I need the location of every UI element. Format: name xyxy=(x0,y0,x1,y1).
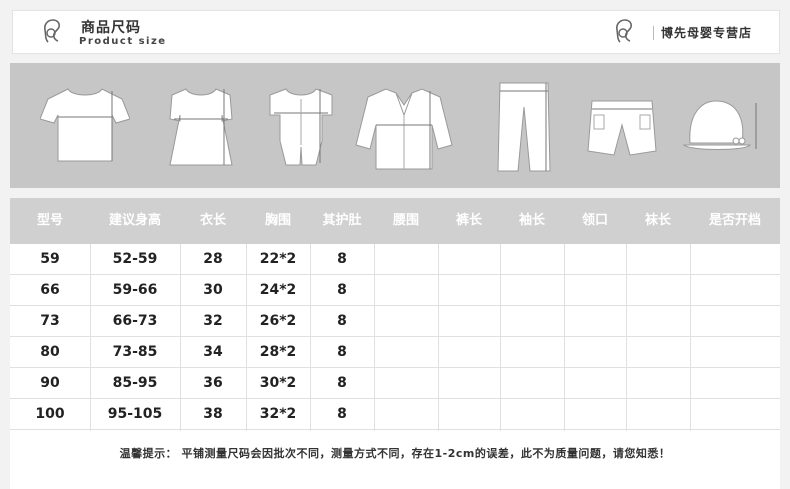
column-divider xyxy=(374,244,375,431)
table-cell-empty xyxy=(374,306,780,337)
column-divider xyxy=(310,244,311,431)
column-divider xyxy=(626,244,627,431)
table-cell: 34 xyxy=(180,337,246,368)
table-cell: 8 xyxy=(310,368,374,399)
table-cell: 22*2 xyxy=(246,244,310,275)
size-table: 型号 建议身高 衣长 胸围 其护肚 腰围 裤长 袖长 领口 袜长 是否开档 59… xyxy=(10,198,780,489)
column-divider xyxy=(438,244,439,431)
garment-banner xyxy=(10,63,780,188)
column-header: 是否开档 xyxy=(708,213,761,228)
page-subtitle: Product size xyxy=(79,36,167,47)
tshirt-icon xyxy=(40,85,130,165)
table-cell: 100 xyxy=(10,399,90,430)
size-note: 温馨提示： 平铺测量尺码会因批次不同，测量方式不同，存在1-2cm的误差，此不为… xyxy=(119,447,671,460)
table-row: 73 66-73 32 26*2 8 xyxy=(10,306,780,337)
shorts-icon xyxy=(586,97,658,159)
table-cell: 66-73 xyxy=(90,306,180,337)
table-cell: 59-66 xyxy=(90,275,180,306)
table-cell-empty xyxy=(374,275,780,306)
table-cell: 85-95 xyxy=(90,368,180,399)
column-divider xyxy=(246,244,247,431)
table-cell: 8 xyxy=(310,244,374,275)
table-row: 90 85-95 36 30*2 8 xyxy=(10,368,780,399)
divider xyxy=(653,26,654,40)
table-cell-empty xyxy=(374,337,780,368)
store-name: 博先母婴专营店 xyxy=(661,26,753,40)
table-row: 100 95-105 38 32*2 8 xyxy=(10,399,780,430)
column-divider xyxy=(500,244,501,431)
table-cell: 80 xyxy=(10,337,90,368)
column-header: 袖长 xyxy=(518,213,545,228)
column-header: 型号 xyxy=(36,213,63,228)
table-cell: 38 xyxy=(180,399,246,430)
column-divider xyxy=(180,244,181,431)
table-row: 66 59-66 30 24*2 8 xyxy=(10,275,780,306)
table-cell: 8 xyxy=(310,306,374,337)
table-cell: 73-85 xyxy=(90,337,180,368)
hat-icon xyxy=(680,93,770,163)
table-cell-empty xyxy=(374,399,780,430)
column-header: 袜长 xyxy=(644,213,671,228)
table-cell: 36 xyxy=(180,368,246,399)
table-row: 59 52-59 28 22*2 8 xyxy=(10,244,780,275)
pants-icon xyxy=(494,79,554,175)
table-cell: 28 xyxy=(180,244,246,275)
mother-baby-icon xyxy=(39,17,67,45)
column-header: 腰围 xyxy=(392,213,419,228)
table-cell-empty xyxy=(374,368,780,399)
table-cell: 59 xyxy=(10,244,90,275)
table-cell: 90 xyxy=(10,368,90,399)
column-header: 胸围 xyxy=(264,213,291,228)
table-cell: 32*2 xyxy=(246,399,310,430)
page-title: 商品尺码 xyxy=(81,20,141,36)
table-cell: 95-105 xyxy=(90,399,180,430)
column-header: 裤长 xyxy=(455,213,482,228)
table-cell: 26*2 xyxy=(246,306,310,337)
table-cell: 52-59 xyxy=(90,244,180,275)
column-divider xyxy=(690,244,691,431)
romper-icon xyxy=(266,85,336,167)
table-cell: 30 xyxy=(180,275,246,306)
column-header: 衣长 xyxy=(199,213,226,228)
column-header: 其护肚 xyxy=(322,213,362,228)
column-divider xyxy=(564,244,565,431)
mother-baby-icon xyxy=(611,17,639,45)
table-cell: 30*2 xyxy=(246,368,310,399)
table-cell-empty xyxy=(374,244,780,275)
table-cell: 8 xyxy=(310,275,374,306)
column-header: 领口 xyxy=(581,213,608,228)
table-cell: 24*2 xyxy=(246,275,310,306)
table-cell: 28*2 xyxy=(246,337,310,368)
jacket-icon xyxy=(354,85,454,171)
page-header: 商品尺码 Product size 博先母婴专营店 xyxy=(12,10,780,54)
dress-icon xyxy=(166,85,236,167)
table-row: 80 73-85 34 28*2 8 xyxy=(10,337,780,368)
table-cell: 8 xyxy=(310,399,374,430)
column-divider xyxy=(90,244,91,431)
table-cell: 32 xyxy=(180,306,246,337)
table-header-row: 型号 建议身高 衣长 胸围 其护肚 腰围 裤长 袖长 领口 袜长 是否开档 xyxy=(10,198,780,244)
table-cell: 73 xyxy=(10,306,90,337)
table-cell: 66 xyxy=(10,275,90,306)
column-header: 建议身高 xyxy=(108,213,161,228)
table-cell: 8 xyxy=(310,337,374,368)
